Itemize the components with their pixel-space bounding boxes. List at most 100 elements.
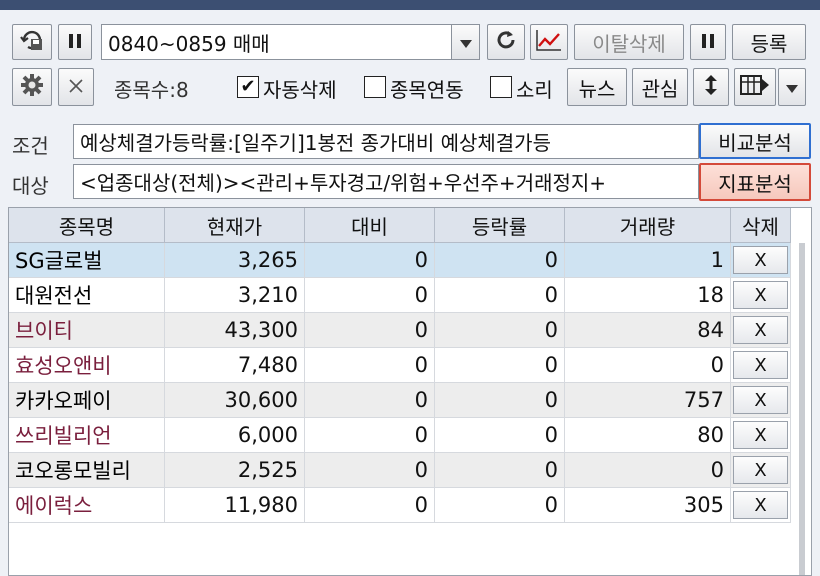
cell-price[interactable]: 2,525 <box>165 453 305 488</box>
table-row[interactable]: 카카오페이 30,600 0 0 757 X <box>9 383 791 418</box>
delete-row-button[interactable]: X <box>733 281 788 309</box>
news-button[interactable]: 뉴스 <box>567 68 627 106</box>
sound-checkbox[interactable] <box>490 76 512 98</box>
exit-delete-button[interactable]: 이탈삭제 <box>574 24 684 60</box>
delete-row-button[interactable]: X <box>733 351 788 379</box>
close-button[interactable] <box>58 68 94 106</box>
pause-button[interactable] <box>58 24 92 60</box>
cell-name[interactable]: 코오롱모빌리 <box>9 453 165 488</box>
cell-change[interactable]: 0 <box>305 348 435 383</box>
compare-analysis-label: 비교분석 <box>718 130 792 155</box>
up-down-arrow-icon <box>704 74 718 101</box>
cell-price[interactable]: 11,980 <box>165 488 305 523</box>
cell-rate[interactable]: 0 <box>435 418 565 453</box>
search-save-button[interactable] <box>12 24 52 60</box>
table-row[interactable]: 코오롱모빌리 2,525 0 0 0 X <box>9 453 791 488</box>
stock-count-label: 종목수:8 <box>114 78 189 102</box>
cell-volume[interactable]: 305 <box>565 488 731 523</box>
table-row[interactable]: 대원전선 3,210 0 0 18 X <box>9 278 791 313</box>
cell-volume[interactable]: 80 <box>565 418 731 453</box>
auto-delete-checkbox[interactable]: ✔ <box>237 76 259 98</box>
watchlist-button[interactable]: 관심 <box>632 68 688 106</box>
delete-row-button[interactable]: X <box>733 456 788 484</box>
sort-button[interactable] <box>693 68 729 106</box>
table-row[interactable]: SG글로벌 3,265 0 0 1 X <box>9 243 791 278</box>
delete-row-button[interactable]: X <box>733 316 788 344</box>
header-change[interactable]: 대비 <box>305 208 435 243</box>
indicator-analysis-button[interactable]: 지표분석 <box>699 163 811 201</box>
pause-icon <box>701 30 715 54</box>
cell-name[interactable]: 대원전선 <box>9 278 165 313</box>
header-name[interactable]: 종목명 <box>9 208 165 243</box>
condition-select[interactable]: 0840~0859 매매 <box>101 24 480 60</box>
table-row[interactable]: 쓰리빌리언 6,000 0 0 80 X <box>9 418 791 453</box>
cell-change[interactable]: 0 <box>305 313 435 348</box>
pause-button-2[interactable] <box>690 24 726 60</box>
register-label: 등록 <box>750 31 788 56</box>
cell-name[interactable]: 쓰리빌리언 <box>9 418 165 453</box>
compare-analysis-button[interactable]: 비교분석 <box>699 123 811 159</box>
cell-rate[interactable]: 0 <box>435 453 565 488</box>
cell-rate[interactable]: 0 <box>435 243 565 278</box>
stock-link-label: 종목연동 <box>390 78 464 102</box>
delete-row-button[interactable]: X <box>733 491 788 519</box>
cell-price[interactable]: 30,600 <box>165 383 305 418</box>
indicator-analysis-label: 지표분석 <box>718 171 792 196</box>
header-price[interactable]: 현재가 <box>165 208 305 243</box>
cell-price[interactable]: 7,480 <box>165 348 305 383</box>
cell-volume[interactable]: 18 <box>565 278 731 313</box>
settings-button[interactable] <box>12 68 52 106</box>
cell-volume[interactable]: 757 <box>565 383 731 418</box>
condition-dropdown-button[interactable] <box>451 25 479 59</box>
cell-rate[interactable]: 0 <box>435 383 565 418</box>
cell-name[interactable]: SG글로벌 <box>9 243 165 278</box>
cell-change[interactable]: 0 <box>305 488 435 523</box>
table-header: 종목명 현재가 대비 등락률 거래량 삭제 <box>9 208 791 243</box>
cell-rate[interactable]: 0 <box>435 313 565 348</box>
table-row[interactable]: 브이티 43,300 0 0 84 X <box>9 313 791 348</box>
cell-delete: X <box>731 453 791 488</box>
cell-change[interactable]: 0 <box>305 278 435 313</box>
header-volume[interactable]: 거래량 <box>565 208 731 243</box>
cell-rate[interactable]: 0 <box>435 278 565 313</box>
cell-price[interactable]: 43,300 <box>165 313 305 348</box>
cell-price[interactable]: 6,000 <box>165 418 305 453</box>
stock-link-checkbox[interactable] <box>364 76 386 98</box>
table-row[interactable]: 에이럭스 11,980 0 0 305 X <box>9 488 791 523</box>
cell-volume[interactable]: 0 <box>565 348 731 383</box>
cell-volume[interactable]: 84 <box>565 313 731 348</box>
delete-row-button[interactable]: X <box>733 246 788 274</box>
cell-name[interactable]: 효성오앤비 <box>9 348 165 383</box>
window-title-bar <box>0 0 820 10</box>
cell-volume[interactable]: 1 <box>565 243 731 278</box>
condition-text-field[interactable]: 예상체결가등락률:[일주기]1봉전 종가대비 예상체결가등 <box>73 124 699 159</box>
vertical-scrollbar[interactable] <box>799 243 805 575</box>
condition-text-value: 예상체결가등락률:[일주기]1봉전 종가대비 예상체결가등 <box>80 131 551 155</box>
cell-rate[interactable]: 0 <box>435 348 565 383</box>
cell-name[interactable]: 카카오페이 <box>9 383 165 418</box>
cell-price[interactable]: 3,210 <box>165 278 305 313</box>
delete-row-button[interactable]: X <box>733 421 788 449</box>
cell-change[interactable]: 0 <box>305 453 435 488</box>
cell-price[interactable]: 3,265 <box>165 243 305 278</box>
target-text-field[interactable]: <업종대상(전체)><관리+투자경고/위험+우선주+거래정지+ <box>73 164 699 199</box>
header-delete[interactable]: 삭제 <box>731 208 791 243</box>
more-menu-button[interactable] <box>778 68 806 106</box>
table-row[interactable]: 효성오앤비 7,480 0 0 0 X <box>9 348 791 383</box>
refresh-button[interactable] <box>487 24 525 60</box>
header-rate[interactable]: 등락률 <box>435 208 565 243</box>
auto-delete-label: 자동삭제 <box>263 78 337 102</box>
chart-button[interactable] <box>530 24 568 60</box>
cell-change[interactable]: 0 <box>305 243 435 278</box>
cell-delete: X <box>731 278 791 313</box>
register-button[interactable]: 등록 <box>732 24 806 60</box>
cell-name[interactable]: 에이럭스 <box>9 488 165 523</box>
cell-name[interactable]: 브이티 <box>9 313 165 348</box>
watchlist-label: 관심 <box>641 76 679 101</box>
cell-change[interactable]: 0 <box>305 383 435 418</box>
cell-rate[interactable]: 0 <box>435 488 565 523</box>
cell-change[interactable]: 0 <box>305 418 435 453</box>
cell-volume[interactable]: 0 <box>565 453 731 488</box>
delete-row-button[interactable]: X <box>733 386 788 414</box>
columns-button[interactable] <box>734 68 776 106</box>
